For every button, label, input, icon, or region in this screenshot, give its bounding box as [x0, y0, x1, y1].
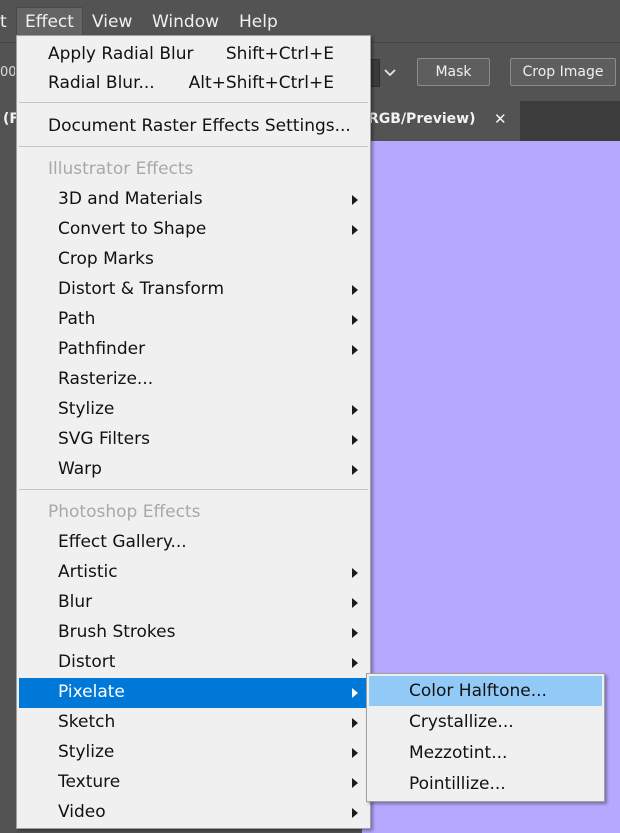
menu-item-path[interactable]: Path — [19, 305, 368, 335]
menu-item-brush-strokes[interactable]: Brush Strokes — [19, 618, 368, 648]
submenu-arrow-icon — [352, 465, 358, 475]
menu-item-svg-filters[interactable]: SVG Filters — [19, 425, 368, 455]
pixelate-submenu: Color Halftone... Crystallize... Mezzoti… — [366, 673, 605, 802]
menu-item-shortcut: Alt+Shift+Ctrl+E — [188, 73, 334, 93]
submenu-arrow-icon — [352, 778, 358, 788]
menu-item-label: Radial Blur... — [48, 73, 155, 93]
submenu-arrow-icon — [352, 568, 358, 578]
mask-button[interactable]: Mask — [417, 58, 490, 86]
illustrator-effects-header: Illustrator Effects — [48, 159, 194, 179]
menu-item-distort[interactable]: Distort — [19, 648, 368, 678]
menu-item-distort-transform[interactable]: Distort & Transform — [19, 275, 368, 305]
apply-last-effect-item[interactable]: Apply Radial Blur Shift+Ctrl+E — [19, 40, 368, 70]
menu-item-label: Document Raster Effects Settings... — [48, 116, 351, 136]
effect-menu: Apply Radial Blur Shift+Ctrl+E Radial Bl… — [16, 35, 371, 829]
tab-title-end: RGB/Preview) — [368, 111, 476, 127]
submenu-arrow-icon — [352, 808, 358, 818]
menu-item-texture[interactable]: Texture — [19, 768, 368, 798]
menu-item-video[interactable]: Video — [19, 798, 368, 828]
document-raster-effects-settings-item[interactable]: Document Raster Effects Settings... — [19, 112, 368, 142]
chevron-down-icon[interactable] — [380, 59, 400, 87]
menu-item-artistic[interactable]: Artistic — [19, 558, 368, 588]
menu-object-clipped[interactable]: t — [0, 8, 15, 36]
menu-window[interactable]: Window — [144, 8, 227, 36]
menu-item-sketch[interactable]: Sketch — [19, 708, 368, 738]
submenu-item-mezzotint[interactable]: Mezzotint... — [369, 738, 602, 768]
submenu-arrow-icon — [352, 195, 358, 205]
menu-separator — [19, 102, 368, 103]
menu-item-shortcut: Shift+Ctrl+E — [225, 44, 334, 64]
submenu-item-color-halftone[interactable]: Color Halftone... — [369, 676, 602, 706]
menu-item-convert-to-shape[interactable]: Convert to Shape — [19, 215, 368, 245]
menu-item-blur[interactable]: Blur — [19, 588, 368, 618]
menu-effect[interactable]: Effect — [16, 7, 83, 37]
photoshop-effects-header: Photoshop Effects — [48, 502, 201, 522]
menu-separator — [19, 489, 368, 490]
last-effect-item[interactable]: Radial Blur... Alt+Shift+Ctrl+E — [19, 69, 368, 99]
menu-item-pixelate[interactable]: Pixelate — [19, 678, 368, 708]
submenu-arrow-icon — [352, 658, 358, 668]
close-icon[interactable]: ✕ — [494, 110, 510, 130]
menu-item-crop-marks[interactable]: Crop Marks — [19, 245, 368, 275]
menu-item-label: Apply Radial Blur — [48, 44, 194, 64]
menu-view[interactable]: View — [84, 8, 140, 36]
clipped-value: 00 — [0, 65, 15, 80]
submenu-arrow-icon — [352, 345, 358, 355]
submenu-arrow-icon — [352, 688, 358, 698]
submenu-arrow-icon — [352, 748, 358, 758]
menu-item-stylize[interactable]: Stylize — [19, 395, 368, 425]
submenu-arrow-icon — [352, 435, 358, 445]
submenu-item-crystallize[interactable]: Crystallize... — [369, 707, 602, 737]
submenu-arrow-icon — [352, 598, 358, 608]
menu-item-stylize-photoshop[interactable]: Stylize — [19, 738, 368, 768]
menu-separator — [19, 146, 368, 147]
menu-item-3d-and-materials[interactable]: 3D and Materials — [19, 185, 368, 215]
menu-item-pathfinder[interactable]: Pathfinder — [19, 335, 368, 365]
submenu-arrow-icon — [352, 315, 358, 325]
submenu-arrow-icon — [352, 628, 358, 638]
crop-image-button[interactable]: Crop Image — [510, 58, 616, 86]
submenu-item-pointillize[interactable]: Pointillize... — [369, 769, 602, 799]
menu-item-rasterize[interactable]: Rasterize... — [19, 365, 368, 395]
submenu-arrow-icon — [352, 225, 358, 235]
submenu-arrow-icon — [352, 285, 358, 295]
submenu-arrow-icon — [352, 405, 358, 415]
menu-item-effect-gallery[interactable]: Effect Gallery... — [19, 528, 368, 558]
menu-item-warp[interactable]: Warp — [19, 455, 368, 485]
menu-help[interactable]: Help — [231, 8, 286, 36]
submenu-arrow-icon — [352, 718, 358, 728]
